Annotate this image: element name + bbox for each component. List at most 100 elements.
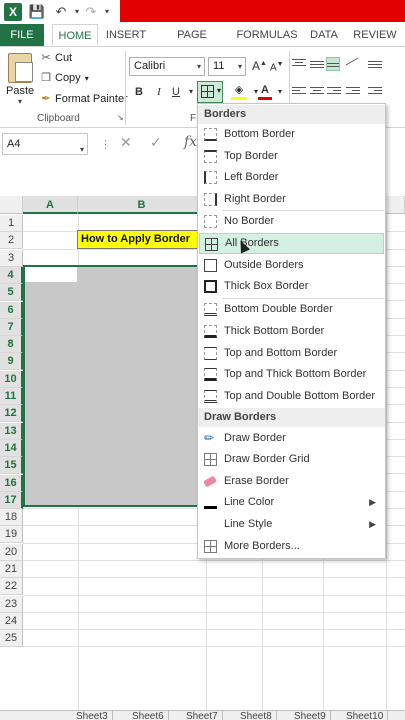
menu-item-all-borders[interactable]: All Borders xyxy=(199,233,384,254)
active-cell-a4[interactable] xyxy=(25,267,77,282)
wrap-text-icon[interactable] xyxy=(368,59,382,73)
grow-font-button[interactable]: A▲ xyxy=(252,59,267,73)
menu-item-line-style[interactable]: Line Style ▶ xyxy=(199,514,384,535)
font-size-select[interactable]: 11 ▾ xyxy=(208,57,246,76)
row-header[interactable]: 20 xyxy=(0,543,23,561)
top-and-thick-bottom-border-icon xyxy=(204,368,217,381)
tab-file[interactable]: FILE xyxy=(0,24,44,46)
row-header[interactable]: 17 xyxy=(0,491,23,509)
row-header[interactable]: 1 xyxy=(0,215,23,232)
row-header[interactable]: 4 xyxy=(0,266,23,284)
row-header[interactable]: 25 xyxy=(0,630,23,648)
column-header-b[interactable]: B xyxy=(78,196,206,214)
cut-button[interactable]: ✂ Cut xyxy=(40,49,72,67)
select-all-corner[interactable] xyxy=(0,196,23,214)
menu-item-more-borders[interactable]: More Borders... xyxy=(199,536,384,557)
increase-indent-icon[interactable] xyxy=(368,85,382,99)
menu-item-no-border[interactable]: No Border xyxy=(199,211,384,232)
font-color-button[interactable]: A xyxy=(258,83,272,101)
orientation-icon[interactable] xyxy=(345,57,359,73)
excel-logo-icon: X xyxy=(4,3,22,21)
selected-range[interactable] xyxy=(23,265,223,507)
menu-item-erase-border[interactable]: Erase Border xyxy=(199,471,384,492)
menu-item-bottom-border[interactable]: Bottom Border xyxy=(199,124,384,145)
row-header[interactable]: 13 xyxy=(0,422,23,440)
tab-review[interactable]: REVIEW xyxy=(350,24,400,46)
tab-page-layout[interactable]: PAGE LAYOUT xyxy=(156,24,228,63)
sheet-tab[interactable]: Sheet6 xyxy=(128,711,169,720)
row-header[interactable]: 23 xyxy=(0,595,23,613)
row-header[interactable]: 11 xyxy=(0,388,23,405)
menu-item-right-border[interactable]: Right Border xyxy=(199,189,384,210)
qat-customize-icon[interactable]: ▾ xyxy=(98,3,116,21)
align-center-icon[interactable] xyxy=(310,85,324,99)
copy-button[interactable]: ❐ Copy ▾ xyxy=(40,69,89,87)
row-header[interactable]: 2 xyxy=(0,232,23,250)
menu-item-draw-border[interactable]: ✏ Draw Border xyxy=(199,428,384,449)
row-header[interactable]: 24 xyxy=(0,612,23,630)
enter-icon[interactable]: ✓ xyxy=(150,134,162,151)
sheet-tab[interactable]: Sheet8 xyxy=(236,711,277,720)
menu-item-bottom-double-border[interactable]: Bottom Double Border xyxy=(199,299,384,320)
decrease-indent-icon[interactable] xyxy=(346,85,360,99)
shrink-font-button[interactable]: A▼ xyxy=(270,61,284,73)
fill-color-button[interactable]: ◈ xyxy=(231,83,247,101)
font-name-select[interactable]: Calibri ▾ xyxy=(129,57,205,76)
sheet-tab[interactable]: Sheet7 xyxy=(182,711,223,720)
name-box[interactable]: A4 ▾ xyxy=(2,133,88,155)
row-header[interactable]: 12 xyxy=(0,405,23,423)
format-painter-button[interactable]: ✒ Format Painter xyxy=(40,90,127,108)
tab-insert[interactable]: INSERT xyxy=(104,24,148,46)
row-header[interactable]: 3 xyxy=(0,249,23,267)
row-header[interactable]: 9 xyxy=(0,353,23,371)
row-header[interactable]: 22 xyxy=(0,578,23,596)
row-header[interactable]: 10 xyxy=(0,370,23,388)
menu-item-left-border[interactable]: Left Border xyxy=(199,167,384,188)
sheet-tab[interactable]: Sheet3 xyxy=(72,711,113,720)
tab-home[interactable]: HOME xyxy=(52,24,98,46)
borders-menu-header: Borders xyxy=(198,105,385,124)
insert-function-icon[interactable]: fx xyxy=(184,134,197,150)
align-middle-icon[interactable] xyxy=(310,59,324,73)
tab-formulas[interactable]: FORMULAS xyxy=(236,24,298,46)
column-header-a[interactable]: A xyxy=(23,196,78,214)
menu-item-label: Outside Borders xyxy=(224,259,304,271)
align-bottom-icon[interactable] xyxy=(326,57,340,71)
borders-button[interactable]: ▾ xyxy=(197,81,223,103)
menu-item-thick-box-border[interactable]: Thick Box Border xyxy=(199,276,384,297)
menu-item-top-and-bottom-border[interactable]: Top and Bottom Border xyxy=(199,343,384,364)
save-icon[interactable]: 💾 xyxy=(28,3,46,21)
tab-data[interactable]: DATA xyxy=(306,24,342,46)
align-right-icon[interactable] xyxy=(327,85,341,99)
row-header[interactable]: 6 xyxy=(0,301,23,319)
italic-button[interactable]: I xyxy=(151,83,167,101)
sheet-tab[interactable]: Sheet10 xyxy=(342,711,389,720)
menu-item-line-color[interactable]: Line Color ▶ xyxy=(199,492,384,513)
menu-item-outside-borders[interactable]: Outside Borders xyxy=(199,255,384,276)
font-color-dropdown-icon[interactable]: ▾ xyxy=(272,83,288,101)
bold-button[interactable]: B xyxy=(131,83,147,101)
clipboard-launcher-icon[interactable]: ↘ xyxy=(117,113,124,122)
menu-item-top-and-thick-bottom-border[interactable]: Top and Thick Bottom Border xyxy=(199,364,384,385)
menu-item-thick-bottom-border[interactable]: Thick Bottom Border xyxy=(199,321,384,342)
row-header[interactable]: 8 xyxy=(0,336,23,354)
underline-button[interactable]: U xyxy=(168,83,184,101)
row-header[interactable]: 18 xyxy=(0,509,23,527)
row-header[interactable]: 5 xyxy=(0,284,23,302)
sheet-tab[interactable]: Sheet9 xyxy=(290,711,331,720)
row-header[interactable]: 14 xyxy=(0,439,23,457)
title-cell-b2[interactable]: How to Apply Border xyxy=(77,230,201,249)
menu-item-draw-border-grid[interactable]: Draw Border Grid xyxy=(199,449,384,470)
paste-button[interactable]: Paste ▾ xyxy=(6,53,34,106)
row-header[interactable]: 21 xyxy=(0,561,23,578)
resize-dots-icon[interactable]: ⋮ xyxy=(100,138,111,151)
row-header[interactable]: 7 xyxy=(0,318,23,336)
row-header[interactable]: 15 xyxy=(0,457,23,475)
menu-item-top-and-double-bottom-border[interactable]: Top and Double Bottom Border xyxy=(199,386,384,407)
align-top-icon[interactable] xyxy=(292,57,306,71)
menu-item-top-border[interactable]: Top Border xyxy=(199,146,384,167)
cancel-icon[interactable]: ✕ xyxy=(120,134,132,151)
row-header[interactable]: 16 xyxy=(0,474,23,492)
align-left-icon[interactable] xyxy=(292,85,306,99)
row-header[interactable]: 19 xyxy=(0,526,23,544)
